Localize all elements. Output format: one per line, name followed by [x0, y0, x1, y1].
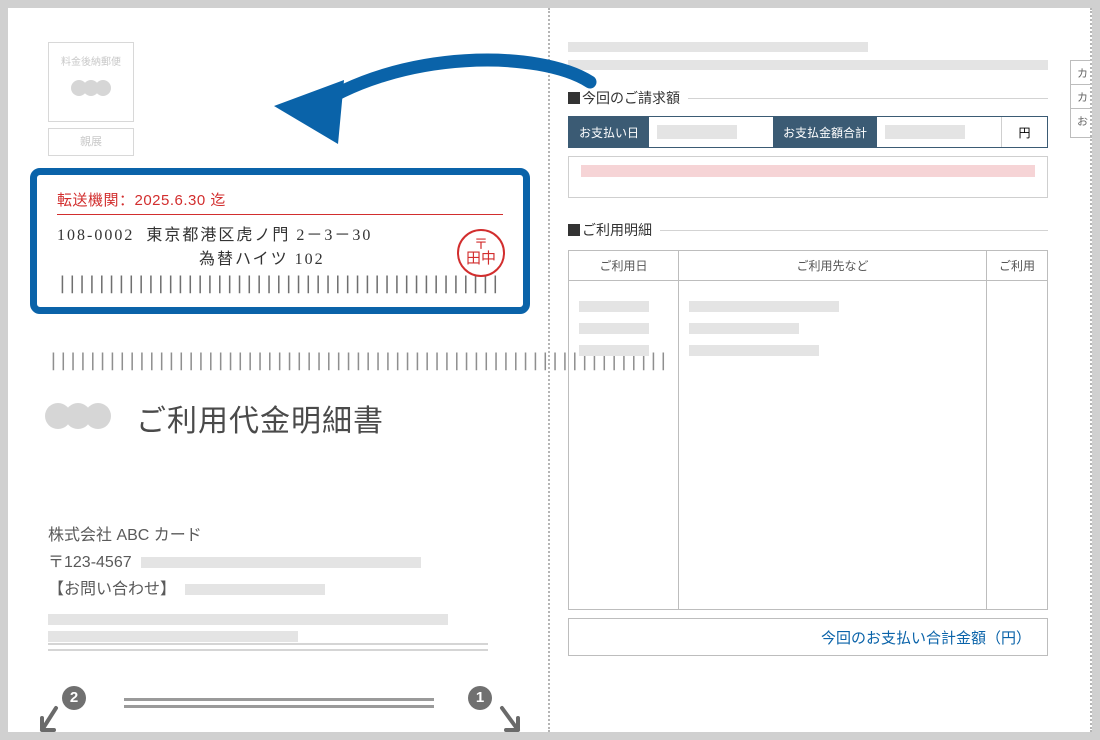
- usage-detail-table: ご利用日 ご利用先など ご利用: [568, 250, 1048, 610]
- placeholder-line: [568, 60, 1048, 70]
- placeholder-line: [185, 584, 325, 595]
- contact-label: 【お問い合わせ】: [48, 576, 176, 603]
- col-header-merchant: ご利用先など: [679, 251, 987, 280]
- table-header-row: ご利用日 ご利用先など ご利用: [569, 251, 1047, 281]
- postal-barcode-1: ||||||||||||||||||||||||||||||||||||||||…: [57, 273, 503, 294]
- placeholder-line: [141, 557, 421, 568]
- placeholder-line: [579, 323, 649, 334]
- arrow-down-right-icon: [494, 702, 530, 732]
- document-title: ご利用代金明細書: [136, 396, 384, 440]
- payment-summary-bar: お支払い日 お支払金額合計 円: [568, 116, 1048, 148]
- address-highlight-box: 転送機関：2025.6.30 迄 108-0002 東京都港区虎ノ門 2－3－3…: [30, 168, 530, 314]
- forwarding-notice: 転送機関：2025.6.30 迄: [57, 189, 503, 210]
- arrow-down-left-icon: [36, 702, 72, 732]
- placeholder-line: [579, 345, 649, 356]
- postage-logo-icon: [49, 80, 133, 96]
- fold-marker-1: 1: [468, 686, 492, 710]
- address-line-1: 108-0002 東京都港区虎ノ門 2－3－30: [57, 221, 503, 245]
- side-row: カ: [1071, 85, 1092, 109]
- confidential-label: 親展: [48, 128, 134, 156]
- double-rule: [48, 643, 488, 651]
- pay-total-label: お支払金額合計: [773, 117, 877, 147]
- placeholder-line: [48, 631, 298, 642]
- postage-stamp-box: 料金後納郵便: [48, 42, 134, 122]
- right-panel: 今回のご請求額 お支払い日 お支払金額合計 円 ご利用明細 ご利用日 ご利用先な…: [568, 8, 1092, 732]
- bill-section-header: 今回のご請求額: [568, 88, 1048, 108]
- document-frame: 料金後納郵便 親展 転送機関：2025.6.30 迄 108-0002 東京都港…: [8, 8, 1092, 732]
- document-title-row: ご利用代金明細書: [48, 396, 384, 440]
- placeholder-line: [689, 301, 839, 312]
- table-body: [569, 281, 1047, 609]
- placeholder-line: [885, 125, 965, 139]
- total-label: 今回のお支払い合計金額（円）: [821, 627, 1031, 648]
- company-info-block: 株式会社 ABC カード 〒123-4567 【お問い合わせ】: [48, 522, 488, 642]
- section-rule: [660, 230, 1048, 231]
- company-logo-icon: [48, 403, 108, 434]
- side-row: お: [1071, 109, 1092, 137]
- alert-placeholder: [581, 165, 1035, 177]
- alert-box: [568, 156, 1048, 198]
- col-header-amount: ご利用: [987, 251, 1047, 280]
- postage-label: 料金後納郵便: [49, 53, 133, 68]
- placeholder-line: [689, 345, 819, 356]
- section-rule: [688, 98, 1048, 99]
- placeholder-line: [657, 125, 737, 139]
- footer-rule: [124, 698, 434, 708]
- yen-unit-label: 円: [1001, 117, 1047, 147]
- square-bullet-icon: [568, 224, 580, 236]
- forwarding-rule: [57, 214, 503, 215]
- side-row: カ: [1071, 61, 1092, 85]
- company-postal: 〒123-4567: [48, 549, 132, 576]
- company-name: 株式会社 ABC カード: [48, 522, 488, 549]
- callout-arrow-icon: [240, 40, 620, 180]
- name-stamp-icon: 〒 田中: [457, 229, 505, 277]
- placeholder-line: [48, 614, 448, 625]
- col-header-date: ご利用日: [569, 251, 679, 280]
- detail-section-header: ご利用明細: [568, 220, 1048, 240]
- side-info-box: カ カ お: [1070, 60, 1092, 138]
- placeholder-line: [689, 323, 799, 334]
- total-amount-box: 今回のお支払い合計金額（円）: [568, 618, 1048, 656]
- placeholder-line: [579, 301, 649, 312]
